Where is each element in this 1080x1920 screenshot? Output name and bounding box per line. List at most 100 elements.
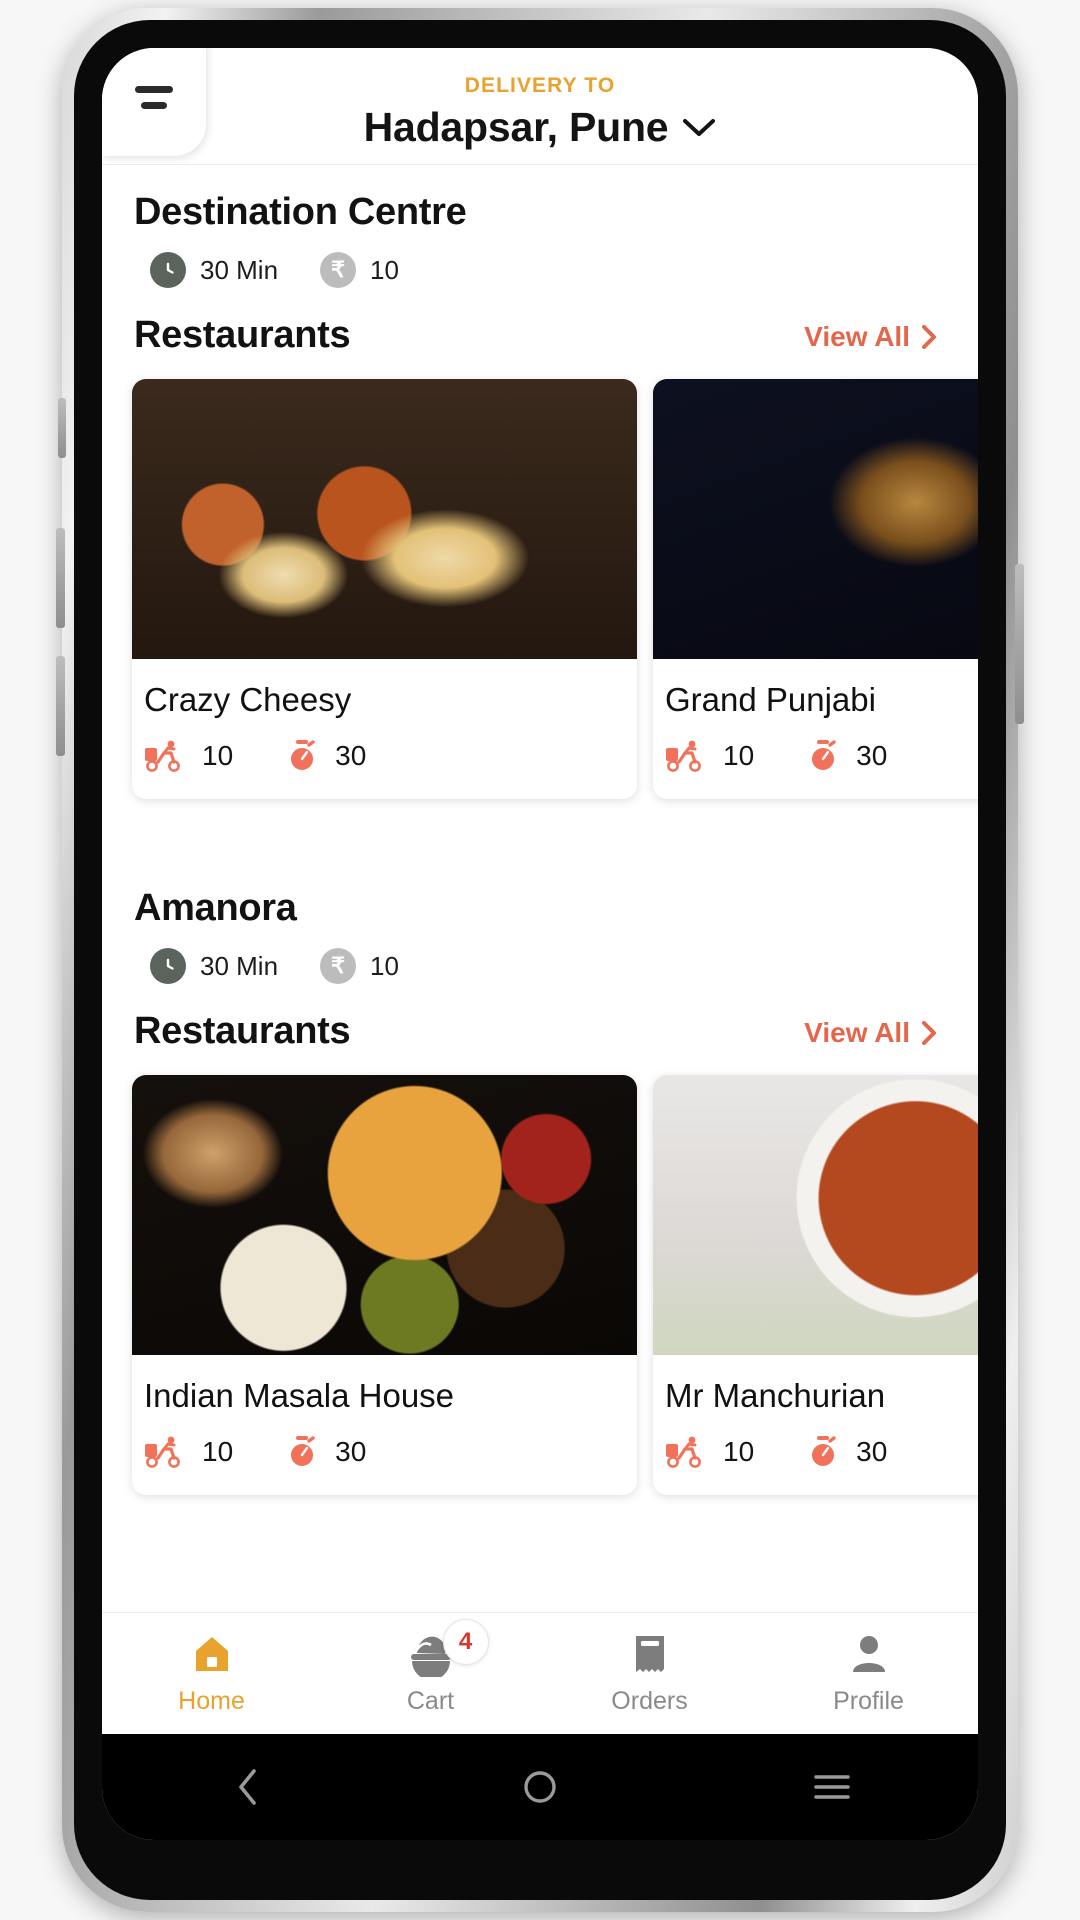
restaurant-name: Indian Masala House — [144, 1377, 455, 1414]
delivery-fee-text: 10 — [723, 1436, 755, 1467]
restaurant-thumbnail — [653, 1075, 978, 1355]
food-basket-icon: 4 — [403, 1619, 489, 1677]
restaurant-name: Crazy Cheesy — [144, 681, 352, 718]
main-scroll-content[interactable]: Destination Centre 30 Min ₹ 10 Restauran… — [102, 165, 978, 1612]
scooter-delivery-icon — [666, 740, 701, 772]
restaurant-card[interactable]: Crazy Cheesy 10 30 — [132, 379, 637, 799]
nav-label-orders: Orders — [611, 1687, 688, 1715]
restaurant-card-meta: 10 30 — [653, 719, 978, 799]
nav-item-home[interactable]: Home — [102, 1631, 321, 1716]
home-circle-icon[interactable] — [495, 1757, 585, 1817]
back-triangle-icon[interactable] — [203, 1757, 293, 1817]
delivery-price-text: 10 — [370, 950, 399, 981]
bottom-navigation-bar: Home 4 Cart Orders Profile — [102, 1612, 978, 1734]
prep-time-meta: 30 — [285, 739, 366, 773]
current-address: Hadapsar, Pune — [363, 104, 669, 150]
scooter-delivery-icon — [666, 1436, 701, 1468]
nav-label-profile: Profile — [833, 1687, 904, 1715]
section-title: Destination Centre — [134, 191, 467, 233]
chevron-down-icon — [683, 118, 716, 136]
delivery-time-meta: 30 Min — [150, 252, 278, 288]
restaurant-card-meta: 10 30 — [653, 1415, 978, 1495]
view-all-label: View All — [804, 321, 910, 352]
delivery-price-meta: ₹ 10 — [320, 252, 399, 288]
restaurant-thumbnail — [653, 379, 978, 659]
receipt-icon — [628, 1631, 672, 1677]
delivery-fee-text: 10 — [202, 1436, 234, 1467]
scooter-delivery-icon — [145, 740, 180, 772]
restaurant-card[interactable]: Mr Manchurian 10 30 — [653, 1075, 978, 1495]
section-title: Amanora — [134, 887, 297, 929]
scooter-delivery-icon — [145, 1436, 180, 1468]
restaurants-header-row: Restaurants View All — [102, 288, 978, 357]
delivery-price-text: 10 — [370, 254, 399, 285]
delivery-time-text: 30 Min — [200, 254, 279, 285]
prep-time-text: 30 — [335, 740, 367, 771]
person-icon — [847, 1631, 891, 1677]
restaurant-card[interactable]: Indian Masala House 10 30 — [132, 1075, 637, 1495]
prep-time-text: 30 — [335, 1436, 367, 1467]
restaurant-card[interactable]: Grand Punjabi 10 30 — [653, 379, 978, 799]
power-button[interactable] — [1015, 564, 1024, 724]
nav-item-cart[interactable]: 4 Cart — [321, 1619, 540, 1716]
phone-frame: DELIVERY TO Hadapsar, Pune Destination C… — [56, 8, 1024, 1912]
stopwatch-icon — [812, 740, 836, 770]
restaurants-label: Restaurants — [134, 314, 351, 356]
home-icon — [189, 1631, 235, 1677]
nav-item-orders[interactable]: Orders — [540, 1631, 759, 1716]
nav-label-home: Home — [178, 1687, 245, 1715]
stopwatch-icon — [291, 740, 315, 770]
prep-time-text: 30 — [856, 1436, 888, 1467]
view-all-button[interactable]: View All — [804, 321, 938, 357]
delivery-time-text: 30 Min — [200, 950, 279, 981]
rupee-icon: ₹ — [320, 948, 357, 984]
delivery-fee-text: 10 — [202, 740, 234, 771]
restaurant-thumbnail — [132, 379, 637, 659]
delivery-fee-meta: 10 — [144, 740, 233, 772]
restaurant-name: Grand Punjabi — [665, 681, 876, 718]
chevron-right-icon — [922, 1021, 936, 1045]
delivery-fee-text: 10 — [723, 740, 755, 771]
recents-lines-icon[interactable] — [787, 1757, 877, 1817]
nav-item-profile[interactable]: Profile — [759, 1631, 978, 1716]
section-meta-row: 30 Min ₹ 10 — [102, 930, 978, 984]
prep-time-meta: 30 — [806, 739, 887, 773]
restaurant-cards-strip[interactable]: Crazy Cheesy 10 30 Grand Punjabi 10 30 — [102, 357, 978, 827]
address-selector[interactable]: Hadapsar, Pune — [102, 104, 978, 151]
restaurant-thumbnail — [132, 1075, 637, 1355]
restaurant-cards-strip[interactable]: Indian Masala House 10 30 Mr Manchurian … — [102, 1053, 978, 1523]
prep-time-text: 30 — [856, 740, 888, 771]
restaurant-card-meta: 10 30 — [132, 719, 637, 799]
cart-count-badge: 4 — [442, 1619, 489, 1665]
delivery-fee-meta: 10 — [665, 740, 754, 772]
prep-time-meta: 30 — [285, 1435, 366, 1469]
mute-switch[interactable] — [58, 398, 66, 458]
rupee-icon: ₹ — [320, 252, 357, 288]
nav-label-cart: Cart — [406, 1687, 455, 1715]
phone-screen: DELIVERY TO Hadapsar, Pune Destination C… — [102, 48, 978, 1840]
volume-down-button[interactable] — [56, 656, 65, 756]
stopwatch-icon — [291, 1436, 315, 1466]
stopwatch-icon — [812, 1436, 836, 1466]
restaurants-header-row: Restaurants View All — [102, 984, 978, 1053]
delivery-to-label: DELIVERY TO — [464, 74, 616, 97]
clock-icon — [150, 252, 186, 288]
chevron-right-icon — [922, 325, 936, 349]
restaurant-name: Mr Manchurian — [665, 1377, 886, 1414]
delivery-fee-meta: 10 — [665, 1436, 754, 1468]
delivery-time-meta: 30 Min — [150, 948, 278, 984]
restaurants-label: Restaurants — [134, 1010, 351, 1052]
app-header: DELIVERY TO Hadapsar, Pune — [102, 48, 978, 165]
delivery-price-meta: ₹ 10 — [320, 948, 399, 984]
location-section-amanora: Amanora 30 Min ₹ 10 Restaurants View All… — [102, 861, 978, 1523]
android-system-navigation — [102, 1734, 978, 1840]
prep-time-meta: 30 — [806, 1435, 887, 1469]
restaurant-card-meta: 10 30 — [132, 1415, 637, 1495]
volume-up-button[interactable] — [56, 528, 65, 628]
view-all-button[interactable]: View All — [804, 1017, 938, 1053]
section-divider — [102, 827, 978, 861]
section-meta-row: 30 Min ₹ 10 — [102, 234, 978, 288]
view-all-label: View All — [804, 1017, 910, 1048]
clock-icon — [150, 948, 186, 984]
location-section-destination-centre: Destination Centre 30 Min ₹ 10 Restauran… — [102, 165, 978, 827]
